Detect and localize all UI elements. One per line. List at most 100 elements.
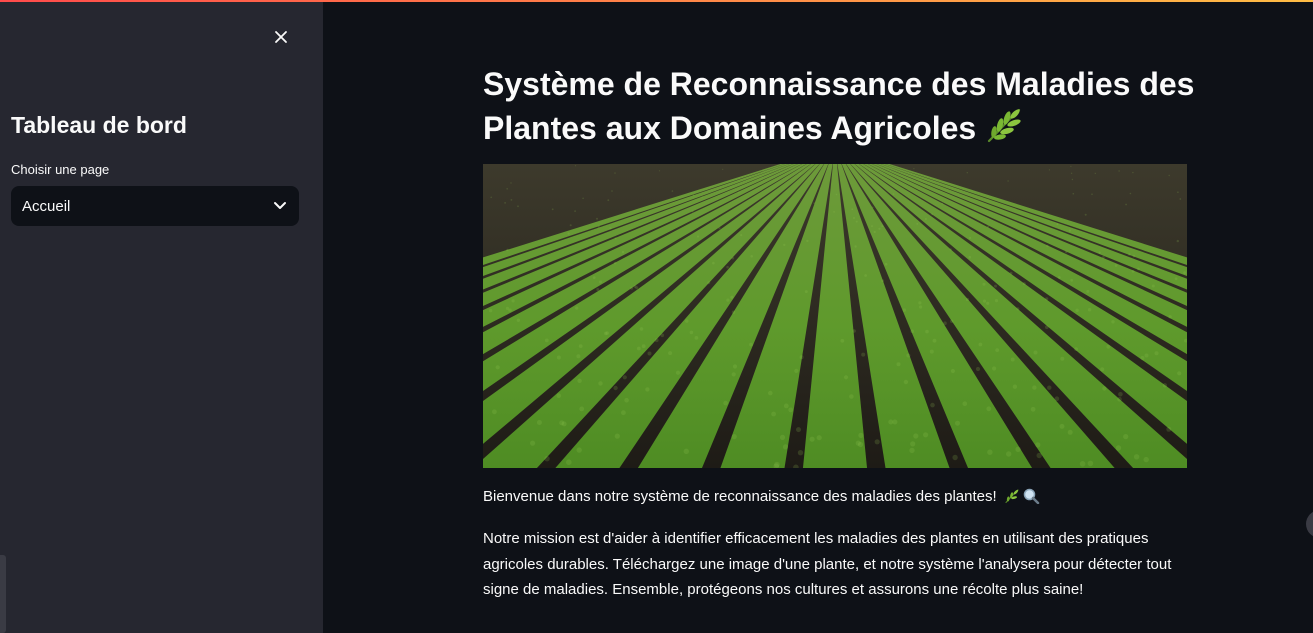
leaf-speck xyxy=(637,347,641,351)
page-title: Système de Reconnaissance des Maladies d… xyxy=(483,62,1203,154)
leaf-speck xyxy=(648,352,652,356)
page-select[interactable]: Accueil xyxy=(11,186,299,226)
leaf-speck xyxy=(1168,315,1171,318)
leaf-speck xyxy=(672,190,674,192)
leaf-speck xyxy=(799,173,800,174)
leaf-speck xyxy=(955,421,960,426)
leaf-speck xyxy=(1117,397,1122,402)
leaf-speck xyxy=(995,348,999,352)
leaf-speck xyxy=(557,356,561,360)
leaf-speck xyxy=(941,203,943,205)
leaf-speck xyxy=(810,437,815,442)
leaf-speck xyxy=(1177,191,1179,193)
leaf-speck xyxy=(685,319,688,322)
leaf-speck xyxy=(1128,253,1131,256)
leaf-speck xyxy=(557,393,562,398)
leaf-speck xyxy=(1071,173,1072,174)
leaf-speck xyxy=(607,199,609,201)
leaf-speck xyxy=(1037,453,1042,458)
leaf-speck xyxy=(1133,255,1136,258)
leaf-speck xyxy=(722,169,723,170)
leaf-speck xyxy=(614,262,617,265)
leaf-speck xyxy=(511,199,513,201)
leaf-speck xyxy=(1177,371,1181,375)
leaf-speck xyxy=(1102,256,1105,259)
leaf-speck xyxy=(969,237,971,239)
leaf-speck xyxy=(621,410,626,415)
leaf-speck xyxy=(800,355,804,359)
leaf-speck xyxy=(732,372,736,376)
leaf-speck xyxy=(1177,240,1179,242)
leaf-speck xyxy=(489,309,492,312)
leaf-speck xyxy=(1034,351,1038,355)
leaf-speck xyxy=(986,406,991,411)
leaf-speck xyxy=(784,404,789,409)
leaf-speck xyxy=(1013,385,1017,389)
leaf-speck xyxy=(931,213,933,215)
leaf-speck xyxy=(871,225,873,227)
leaf-speck xyxy=(622,251,624,253)
leaf-speck xyxy=(738,192,740,194)
leaf-speck xyxy=(697,235,699,237)
leaf-speck xyxy=(1115,264,1118,267)
leaf-speck xyxy=(840,339,844,343)
leaf-speck xyxy=(1074,347,1078,351)
leaf-speck xyxy=(771,412,776,417)
leaf-speck xyxy=(1035,442,1040,447)
leaf-speck xyxy=(856,441,861,446)
leaf-speck xyxy=(813,202,815,204)
leaf-speck xyxy=(852,329,856,333)
leaf-speck xyxy=(849,394,854,399)
leaf-speck xyxy=(596,288,599,291)
close-sidebar-button[interactable] xyxy=(269,25,293,49)
leaf-speck xyxy=(1088,461,1094,467)
leaf-speck xyxy=(913,168,914,169)
leaf-speck xyxy=(878,228,880,230)
leaf-speck xyxy=(1060,357,1064,361)
leaf-speck xyxy=(701,196,703,198)
leaf-speck xyxy=(1140,356,1144,360)
leaf-speck xyxy=(858,433,863,438)
leaf-speck xyxy=(1010,272,1013,275)
page-select-value: Accueil xyxy=(22,198,70,215)
leaf-speck xyxy=(630,287,633,290)
leaf-speck xyxy=(732,434,737,439)
leaf-speck xyxy=(732,311,735,314)
leaf-speck xyxy=(1006,451,1011,456)
close-icon xyxy=(274,30,288,44)
leaf-speck xyxy=(712,262,715,265)
leaf-speck xyxy=(623,375,627,379)
leaf-speck xyxy=(925,218,927,220)
scroll-handle[interactable] xyxy=(1306,510,1313,538)
leaf-speck xyxy=(881,225,883,227)
leaf-speck xyxy=(1100,367,1104,371)
leaf-speck xyxy=(726,266,729,269)
leaf-speck xyxy=(794,369,798,373)
leaf-speck xyxy=(910,441,915,446)
leaf-speck xyxy=(1047,386,1051,390)
leaf-speck xyxy=(574,210,576,212)
leaf-speck xyxy=(1144,457,1149,462)
leaf-speck xyxy=(1163,383,1167,387)
leaf-speck xyxy=(1070,166,1071,167)
leaf-speck xyxy=(798,450,803,455)
leaf-speck xyxy=(910,329,914,333)
leaf-speck xyxy=(1166,427,1171,432)
leaf-speck xyxy=(1031,407,1036,412)
leaf-speck xyxy=(576,354,580,358)
leaf-speck xyxy=(1045,297,1048,300)
herb-icon xyxy=(985,107,1023,154)
leaf-speck xyxy=(805,290,808,293)
leaf-speck xyxy=(570,224,572,226)
next-section-heading-cutoff xyxy=(483,622,1183,633)
leaf-speck xyxy=(1045,325,1049,329)
mission-text: Notre mission est d'aider à identifier e… xyxy=(483,526,1183,603)
page-title-text: Système de Reconnaissance des Maladies d… xyxy=(483,66,1194,146)
leaf-speck xyxy=(856,221,858,223)
leaf-speck xyxy=(1175,277,1178,280)
leaf-speck xyxy=(783,444,788,449)
leaf-speck xyxy=(718,227,720,229)
leaf-speck xyxy=(645,387,649,391)
manage-app-tab[interactable] xyxy=(0,555,6,633)
leaf-speck xyxy=(596,218,598,220)
